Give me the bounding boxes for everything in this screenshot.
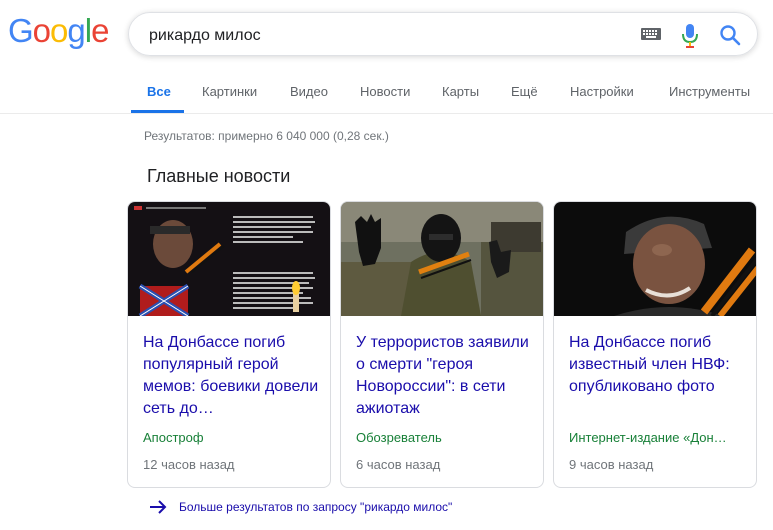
news-card-time: 9 часов назад bbox=[569, 457, 654, 472]
tab-maps[interactable]: Карты bbox=[442, 84, 479, 99]
news-card-source: Обозреватель bbox=[356, 430, 442, 445]
mic-icon[interactable] bbox=[682, 24, 698, 48]
news-card-time: 12 часов назад bbox=[143, 457, 235, 472]
news-thumbnail bbox=[128, 202, 330, 316]
result-stats: Результатов: примерно 6 040 000 (0,28 се… bbox=[144, 129, 389, 143]
logo-letter: e bbox=[91, 12, 109, 49]
news-thumbnail bbox=[341, 202, 543, 316]
tabs-divider bbox=[0, 113, 773, 114]
search-tabs: Все Картинки Видео Новости Карты Ещё Нас… bbox=[0, 72, 773, 114]
news-card-title[interactable]: На Донбассе погиб известный член НВФ: оп… bbox=[569, 332, 745, 398]
arrow-right-icon bbox=[150, 500, 167, 514]
news-card[interactable]: На Донбассе погиб известный член НВФ: оп… bbox=[553, 201, 757, 488]
top-stories-heading: Главные новости bbox=[147, 166, 291, 186]
news-card-source: Интернет-издание «Дон… bbox=[569, 430, 727, 445]
news-card[interactable]: У террористов заявили о смерти "героя Но… bbox=[340, 201, 544, 488]
keyboard-icon[interactable] bbox=[641, 27, 661, 41]
tab-videos[interactable]: Видео bbox=[290, 84, 328, 99]
news-card-source: Апостроф bbox=[143, 430, 204, 445]
news-card-time: 6 часов назад bbox=[356, 457, 441, 472]
tab-images[interactable]: Картинки bbox=[202, 84, 257, 99]
search-box bbox=[128, 12, 758, 56]
logo-letter: g bbox=[67, 12, 85, 49]
news-card[interactable]: На Донбассе погиб популярный герой мемов… bbox=[127, 201, 331, 488]
more-results-label[interactable]: Больше результатов по запросу "рикардо м… bbox=[179, 500, 452, 514]
logo-letter: o bbox=[50, 12, 68, 49]
tab-tools[interactable]: Инструменты bbox=[669, 84, 750, 99]
tab-settings[interactable]: Настройки bbox=[570, 84, 634, 99]
news-card-title[interactable]: На Донбассе погиб популярный герой мемов… bbox=[143, 332, 319, 420]
search-icon[interactable] bbox=[719, 24, 741, 46]
tab-all[interactable]: Все bbox=[147, 84, 171, 99]
news-thumbnail bbox=[554, 202, 756, 316]
search-input[interactable] bbox=[147, 24, 621, 48]
google-logo[interactable]: Google bbox=[8, 12, 109, 50]
logo-letter: o bbox=[32, 12, 51, 49]
tab-news[interactable]: Новости bbox=[360, 84, 410, 99]
tab-more[interactable]: Ещё bbox=[511, 84, 538, 99]
logo-letter: G bbox=[8, 12, 34, 49]
news-card-title[interactable]: У террористов заявили о смерти "героя Но… bbox=[356, 332, 532, 420]
